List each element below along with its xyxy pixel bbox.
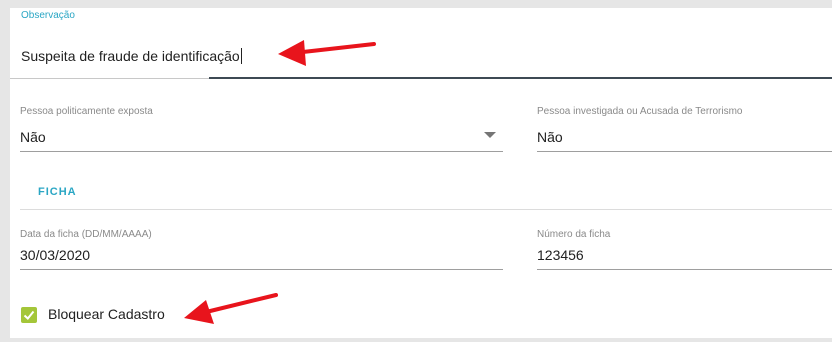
observacao-underline (10, 78, 209, 79)
section-title-ficha: FICHA (38, 186, 77, 198)
pep-underline (20, 151, 503, 152)
observacao-focus-underline (209, 77, 832, 79)
pep-label: Pessoa politicamente exposta (20, 106, 153, 117)
text-caret (240, 48, 242, 64)
terrorismo-value: Não (537, 129, 563, 145)
terrorismo-label: Pessoa investigada ou Acusada de Terrori… (537, 106, 743, 117)
numero-ficha-label: Número da ficha (537, 229, 611, 240)
terrorismo-underline (537, 151, 832, 152)
data-ficha-underline (20, 269, 503, 270)
data-ficha-label: Data da ficha (DD/MM/AAAA) (20, 229, 152, 240)
numero-ficha-underline (537, 269, 832, 270)
check-icon (23, 310, 35, 320)
data-ficha-value: 30/03/2020 (20, 247, 91, 263)
pep-value: Não (20, 129, 46, 145)
annotation-arrow-icon (184, 293, 278, 324)
section-divider (20, 209, 832, 210)
observacao-input[interactable]: Suspeita de fraude de identificação (21, 48, 242, 64)
chevron-down-icon[interactable] (484, 132, 496, 139)
bloquear-checkbox[interactable] (21, 307, 37, 323)
numero-ficha-value: 123456 (537, 247, 584, 263)
observacao-label: Observação (21, 10, 75, 21)
bloquear-label: Bloquear Cadastro (48, 306, 165, 322)
observacao-value: Suspeita de fraude de identificação (21, 48, 240, 64)
form-card: Observação Suspeita de fraude de identif… (10, 8, 832, 338)
annotation-arrow-icon (278, 40, 376, 66)
